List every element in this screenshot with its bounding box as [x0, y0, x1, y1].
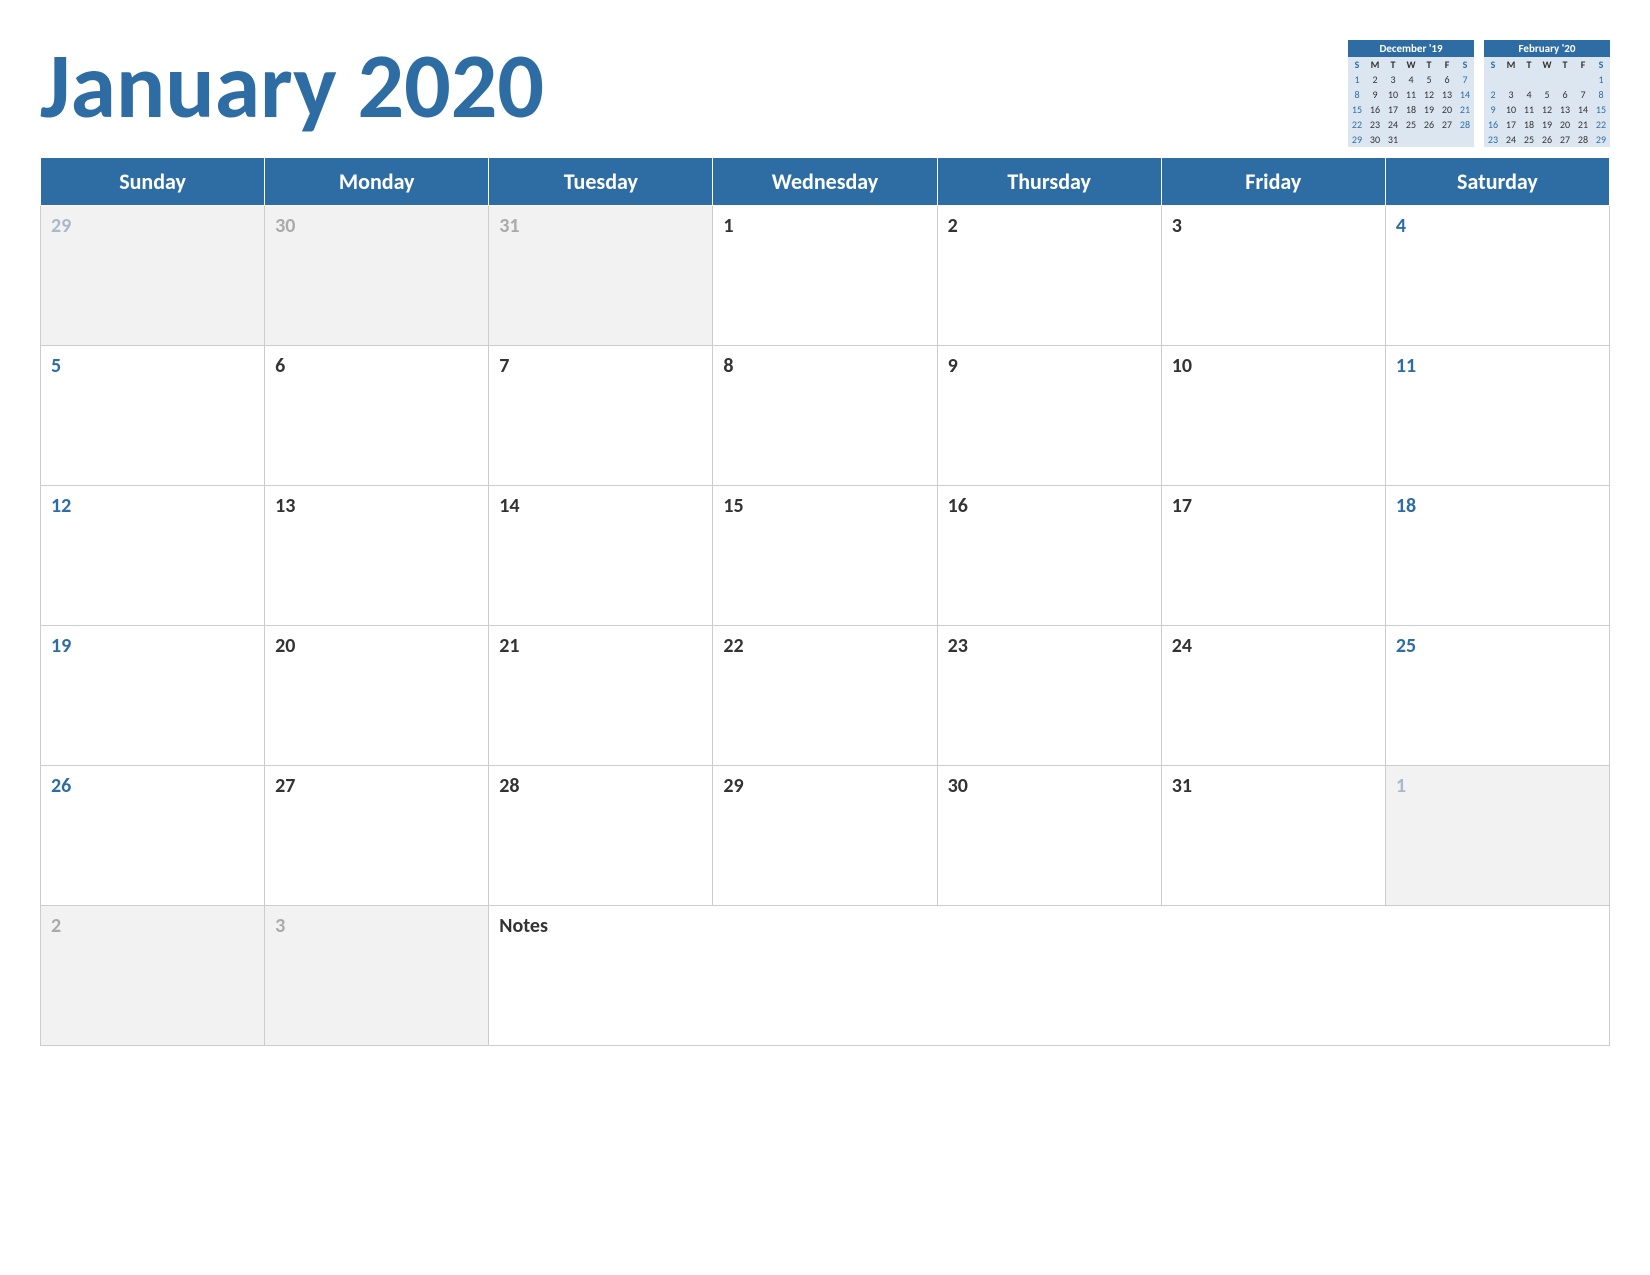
main-title: January 2020	[40, 30, 544, 132]
calendar-day-14-2[interactable]: 14	[489, 486, 713, 626]
day-header-saturday: Saturday	[1385, 158, 1609, 206]
day-header-tuesday: Tuesday	[489, 158, 713, 206]
calendar-day-18-2[interactable]: 18	[1385, 486, 1609, 626]
day-header-monday: Monday	[265, 158, 489, 206]
calendar-day-20-3[interactable]: 20	[265, 626, 489, 766]
calendar-day-6-1[interactable]: 6	[265, 346, 489, 486]
calendar-day-19-3[interactable]: 19	[41, 626, 265, 766]
calendar-day-30-0[interactable]: 30	[265, 206, 489, 346]
calendar-day-17-2[interactable]: 17	[1161, 486, 1385, 626]
calendar-day-29-4[interactable]: 29	[713, 766, 937, 906]
calendar-day-7-1[interactable]: 7	[489, 346, 713, 486]
calendar-week-2: 12131415161718	[41, 486, 1610, 626]
calendar-week-3: 19202122232425	[41, 626, 1610, 766]
calendar-day-31-0[interactable]: 31	[489, 206, 713, 346]
day-header-wednesday: Wednesday	[713, 158, 937, 206]
calendar-day-4-0[interactable]: 4	[1385, 206, 1609, 346]
calendar-week-0: 2930311234	[41, 206, 1610, 346]
calendar-day-31-4[interactable]: 31	[1161, 766, 1385, 906]
calendar-day-24-3[interactable]: 24	[1161, 626, 1385, 766]
calendar-day-2-0[interactable]: 2	[937, 206, 1161, 346]
calendar-week-1: 567891011	[41, 346, 1610, 486]
notes-row: 23Notes	[41, 906, 1610, 1046]
calendar-day-26-4[interactable]: 26	[41, 766, 265, 906]
calendar-day-28-4[interactable]: 28	[489, 766, 713, 906]
mini-calendars: December '19SMTWTFS123456789101112131415…	[1348, 40, 1610, 147]
calendar-day-22-3[interactable]: 22	[713, 626, 937, 766]
calendar-day-29-0[interactable]: 29	[41, 206, 265, 346]
calendar-day-27-4[interactable]: 27	[265, 766, 489, 906]
main-calendar: SundayMondayTuesdayWednesdayThursdayFrid…	[40, 157, 1610, 1046]
calendar-day-25-3[interactable]: 25	[1385, 626, 1609, 766]
notes-row-day-3: 3	[265, 906, 489, 1046]
calendar-day-30-4[interactable]: 30	[937, 766, 1161, 906]
calendar-day-9-1[interactable]: 9	[937, 346, 1161, 486]
calendar-day-1-0[interactable]: 1	[713, 206, 937, 346]
notes-row-day-2: 2	[41, 906, 265, 1046]
day-header-thursday: Thursday	[937, 158, 1161, 206]
calendar-header: SundayMondayTuesdayWednesdayThursdayFrid…	[41, 158, 1610, 206]
calendar-day-8-1[interactable]: 8	[713, 346, 937, 486]
calendar-week-4: 2627282930311	[41, 766, 1610, 906]
calendar-day-11-1[interactable]: 11	[1385, 346, 1609, 486]
calendar-day-21-3[interactable]: 21	[489, 626, 713, 766]
calendar-day-15-2[interactable]: 15	[713, 486, 937, 626]
mini-calendar-december--19: December '19SMTWTFS123456789101112131415…	[1348, 40, 1474, 147]
calendar-day-23-3[interactable]: 23	[937, 626, 1161, 766]
calendar-day-12-2[interactable]: 12	[41, 486, 265, 626]
calendar-day-10-1[interactable]: 10	[1161, 346, 1385, 486]
day-header-sunday: Sunday	[41, 158, 265, 206]
calendar-day-3-0[interactable]: 3	[1161, 206, 1385, 346]
calendar-day-13-2[interactable]: 13	[265, 486, 489, 626]
top-section: January 2020 December '19SMTWTFS12345678…	[40, 30, 1610, 147]
day-header-friday: Friday	[1161, 158, 1385, 206]
days-of-week-row: SundayMondayTuesdayWednesdayThursdayFrid…	[41, 158, 1610, 206]
calendar-day-1-4[interactable]: 1	[1385, 766, 1609, 906]
calendar-body: 2930311234567891011121314151617181920212…	[41, 206, 1610, 1046]
calendar-day-16-2[interactable]: 16	[937, 486, 1161, 626]
calendar-day-5-1[interactable]: 5	[41, 346, 265, 486]
notes-cell: Notes	[489, 906, 1610, 1046]
mini-calendar-february--20: February '20SMTWTFS123456789101112131415…	[1484, 40, 1610, 147]
